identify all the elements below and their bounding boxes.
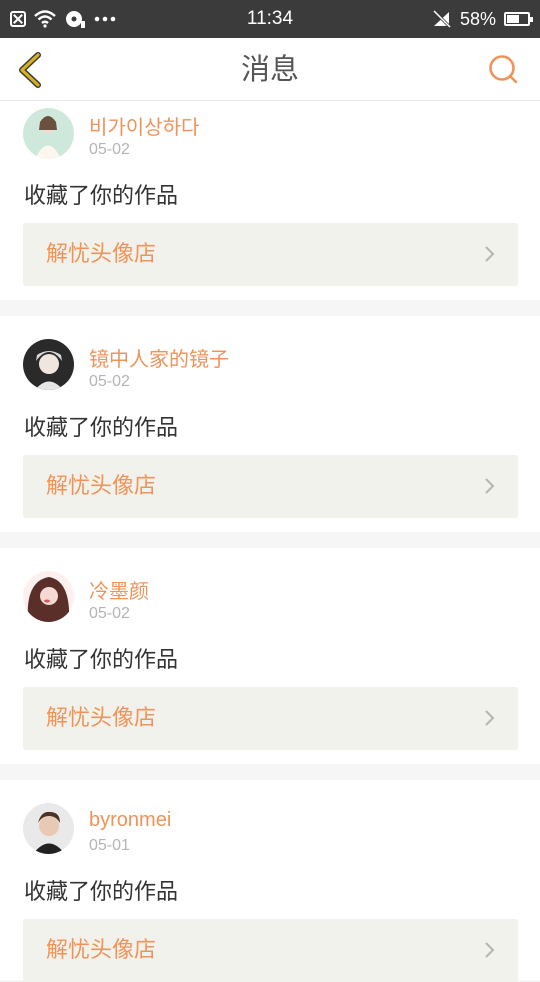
message-card: 镜中人家的镜子 05-02 收藏了你的作品 解忧头像店 — [0, 316, 540, 532]
message-date: 05-02 — [89, 605, 130, 622]
search-icon[interactable] — [488, 54, 518, 84]
message-action: 收藏了你的作品 — [24, 416, 179, 441]
work-link[interactable]: 解忧头像店 — [23, 919, 518, 982]
work-link-label: 解忧头像店 — [46, 706, 157, 731]
message-action: 收藏了你的作品 — [24, 880, 179, 905]
message-action: 收藏了你的作品 — [24, 648, 179, 673]
username[interactable]: byronmei — [89, 809, 171, 832]
message-date: 05-01 — [89, 837, 130, 854]
message-card: 冷墨颜 05-02 收藏了你的作品 解忧头像店 — [0, 548, 540, 764]
user-avatar[interactable] — [23, 803, 74, 854]
user-avatar[interactable] — [23, 571, 74, 622]
username[interactable]: 冷墨颜 — [89, 575, 149, 604]
message-date: 05-02 — [89, 141, 130, 158]
work-link[interactable]: 解忧头像店 — [23, 687, 518, 750]
message-action: 收藏了你的作品 — [24, 184, 179, 209]
battery-icon — [504, 12, 533, 26]
user-avatar[interactable] — [23, 108, 74, 159]
work-link[interactable]: 解忧头像店 — [23, 455, 518, 518]
message-card: byronmei 05-01 收藏了你的作品 解忧头像店 — [0, 780, 540, 982]
user-avatar[interactable] — [23, 339, 74, 390]
chevron-right-icon — [485, 478, 495, 494]
chevron-right-icon — [485, 246, 495, 262]
message-card: 비가이상하다 05-02 收藏了你的作品 解忧头像店 — [0, 101, 540, 300]
chevron-right-icon — [485, 710, 495, 726]
nav-bar: 消息 — [0, 38, 540, 101]
work-link[interactable]: 解忧头像店 — [23, 223, 518, 286]
signal-muted-icon — [432, 10, 452, 28]
work-link-label: 解忧头像店 — [46, 938, 157, 963]
username[interactable]: 镜中人家的镜子 — [89, 343, 229, 372]
page-title: 消息 — [240, 52, 299, 86]
work-link-label: 解忧头像店 — [46, 474, 157, 499]
username[interactable]: 비가이상하다 — [89, 111, 199, 140]
battery-percent: 58% — [459, 8, 496, 29]
work-link-label: 解忧头像店 — [46, 242, 157, 267]
status-bar: 11:34 58% — [0, 0, 540, 38]
message-date: 05-02 — [89, 373, 130, 390]
chevron-right-icon — [485, 942, 495, 958]
